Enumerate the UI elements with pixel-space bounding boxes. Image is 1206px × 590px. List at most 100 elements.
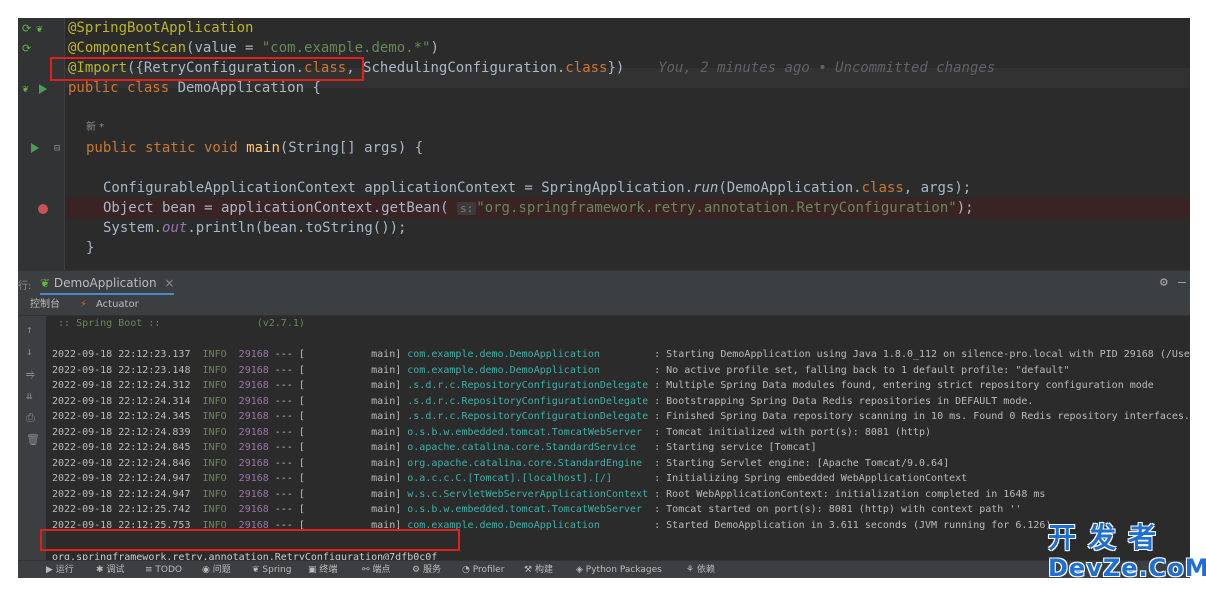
log-line: 2022-09-18 22:12:23.148 INFO 29168 --- […	[52, 363, 1070, 379]
log-timestamp: 2022-09-18 22:12:23.148	[52, 364, 191, 376]
git-blame-annotation[interactable]: You, 2 minutes ago • Uncommitted changes	[658, 60, 995, 76]
log-timestamp: 2022-09-18 22:12:24.947	[52, 488, 191, 500]
problems-tool-button[interactable]: ◉ 问题	[202, 563, 231, 577]
console-output[interactable]: :: Spring Boot :: (v2.7.1) 2022-09-18 22…	[46, 316, 1190, 560]
log-logger[interactable]: o.a.c.c.C.[Tomcat].[localhost].[/]	[407, 473, 648, 484]
log-logger[interactable]: o.apache.catalina.core.StandardService	[407, 442, 648, 453]
import-highlight-box	[50, 57, 364, 81]
code-text: )	[430, 40, 439, 56]
log-logger[interactable]: org.apache.catalina.core.StandardEngine	[407, 458, 648, 469]
bean-icon[interactable]: ⟳	[22, 22, 31, 36]
problems-tool-label: 问题	[212, 565, 231, 575]
dependencies-tool-button[interactable]: ⚘ 依赖	[686, 563, 715, 577]
log-logger[interactable]: .s.d.r.c.RepositoryConfigurationDelegate	[407, 380, 648, 391]
code-line-6: public static void main(String[] args) {	[86, 138, 423, 158]
tab-demo-application[interactable]: ❦ DemoApplication ×	[40, 274, 174, 292]
tab-console[interactable]: 控制台	[30, 297, 60, 313]
tab-actuator[interactable]: Actuator	[96, 297, 139, 313]
trash-icon[interactable]: 🗑	[26, 434, 40, 446]
log-message: : Started DemoApplication in 3.611 secon…	[648, 519, 1052, 531]
log-message: : Root WebApplicationContext: initializa…	[648, 488, 1046, 500]
code-editor[interactable]: ⟳ ❦ ⟳ ❦ ⊟ @SpringBootApplication @Compon…	[18, 18, 1190, 270]
debug-tool-button[interactable]: ✱ 调试	[96, 563, 124, 577]
fold-icon[interactable]: ⊟	[54, 142, 60, 156]
author-hint[interactable]: 新 *	[86, 118, 104, 138]
code-text: })	[607, 60, 625, 76]
profiler-tool-label: Profiler	[472, 565, 505, 575]
log-level: INFO	[202, 426, 227, 438]
endpoints-tool-label: 端点	[372, 565, 391, 575]
log-logger[interactable]: w.s.c.ServletWebServerApplicationContext	[407, 489, 648, 500]
log-level: INFO	[202, 442, 227, 453]
python-packages-tool-button[interactable]: ◈ Python Packages	[576, 563, 662, 577]
log-line: 2022-09-18 22:12:24.345 INFO 29168 --- […	[52, 409, 1190, 425]
output-text: org.springframework.retry.annotation.Ret…	[52, 552, 438, 560]
code-line-4: public class DemoApplication {	[68, 78, 321, 98]
todo-tool-button[interactable]: ≡ TODO	[145, 563, 182, 577]
log-message: : Tomcat initialized with port(s): 8081 …	[648, 426, 932, 438]
log-thread: --- [ main]	[268, 364, 408, 376]
code-text: .println(bean.	[187, 220, 306, 236]
down-arrow-icon[interactable]: ↓	[26, 346, 33, 358]
close-tab-icon[interactable]: ×	[164, 276, 174, 290]
method-name: main	[246, 140, 280, 156]
endpoints-tool-button[interactable]: ⚯ 端点	[362, 563, 390, 577]
terminal-tool-button[interactable]: ▣ 终端	[308, 563, 337, 577]
keyword: public class	[68, 80, 178, 96]
annotation-text: @SpringBootApplication	[68, 20, 254, 36]
breakpoint-icon[interactable]	[38, 204, 48, 214]
scroll-to-end-icon[interactable]: ⇊	[26, 390, 33, 402]
log-thread: --- [ main]	[268, 442, 408, 453]
log-thread: --- [ main]	[268, 504, 408, 515]
services-tool-button[interactable]: ⚙ 服务	[412, 563, 441, 577]
keyword: class	[565, 60, 608, 76]
string-literal: "com.example.demo.*"	[261, 40, 431, 56]
log-timestamp: 2022-09-18 22:12:24.845	[52, 442, 191, 453]
log-logger[interactable]: .s.d.r.c.RepositoryConfigurationDelegate	[407, 396, 648, 407]
debug-tool-label: 调试	[106, 565, 125, 575]
log-message: : Starting service [Tomcat]	[648, 442, 817, 453]
run-tool-button[interactable]: ▶ 运行	[46, 563, 74, 577]
gutter-separator	[64, 18, 65, 270]
bean-icon[interactable]: ❦	[36, 22, 43, 36]
log-pid: 29168	[238, 473, 269, 484]
log-level: INFO	[202, 349, 227, 360]
log-line: 2022-09-18 22:12:23.137 INFO 29168 --- […	[52, 347, 1190, 363]
log-logger[interactable]: o.s.b.w.embedded.tomcat.TomcatWebServer	[407, 427, 648, 438]
log-timestamp: 2022-09-18 22:12:24.839	[52, 426, 191, 438]
log-message: : Multiple Spring Data modules found, en…	[648, 380, 1154, 391]
log-pid: 29168	[238, 349, 269, 360]
watermark-line-1: 开发者	[1048, 521, 1169, 554]
profiler-tool-button[interactable]: ◔ Profiler	[462, 563, 504, 577]
log-level: INFO	[202, 488, 227, 500]
code-text: DemoApplication {	[177, 80, 321, 96]
log-logger[interactable]: com.example.demo.DemoApplication	[407, 365, 648, 376]
build-tool-button[interactable]: ⚒ 构建	[524, 563, 553, 577]
spring-tool-button[interactable]: ❦ Spring	[252, 563, 291, 577]
bean-icon[interactable]: ⟳	[22, 42, 31, 56]
log-pid: 29168	[238, 504, 269, 515]
minimize-icon[interactable]: —	[1178, 275, 1186, 290]
run-tool-label: 运行	[55, 565, 74, 575]
soft-wrap-icon[interactable]: ⥤	[26, 368, 35, 380]
log-thread: --- [ main]	[268, 457, 408, 469]
run-class-icon[interactable]	[39, 84, 47, 94]
build-tool-label: 构建	[534, 565, 553, 575]
log-logger[interactable]: .s.d.r.c.RepositoryConfigurationDelegate	[407, 411, 648, 422]
log-thread: --- [ main]	[268, 426, 408, 438]
print-icon[interactable]: ⎙	[26, 412, 35, 424]
bean-icon[interactable]: ❦	[22, 82, 29, 96]
keyword: class	[861, 180, 904, 196]
log-logger[interactable]: o.s.b.w.embedded.tomcat.TomcatWebServer	[407, 504, 648, 515]
log-logger[interactable]: com.example.demo.DemoApplication	[407, 349, 648, 360]
gear-icon[interactable]: ⚙	[1160, 275, 1168, 290]
actuator-icon: ⚡	[80, 299, 88, 310]
up-arrow-icon[interactable]: ↑	[26, 324, 33, 336]
log-line: 2022-09-18 22:12:24.314 INFO 29168 --- […	[52, 394, 1033, 410]
code-line-9: Object bean = applicationContext.getBean…	[103, 198, 974, 218]
run-main-icon[interactable]	[31, 143, 39, 153]
code-text: (value =	[186, 40, 262, 56]
ide-window: ⟳ ❦ ⟳ ❦ ⊟ @SpringBootApplication @Compon…	[18, 18, 1190, 578]
output-highlight-box	[40, 529, 460, 551]
author-hint-text: 新 *	[86, 122, 105, 133]
